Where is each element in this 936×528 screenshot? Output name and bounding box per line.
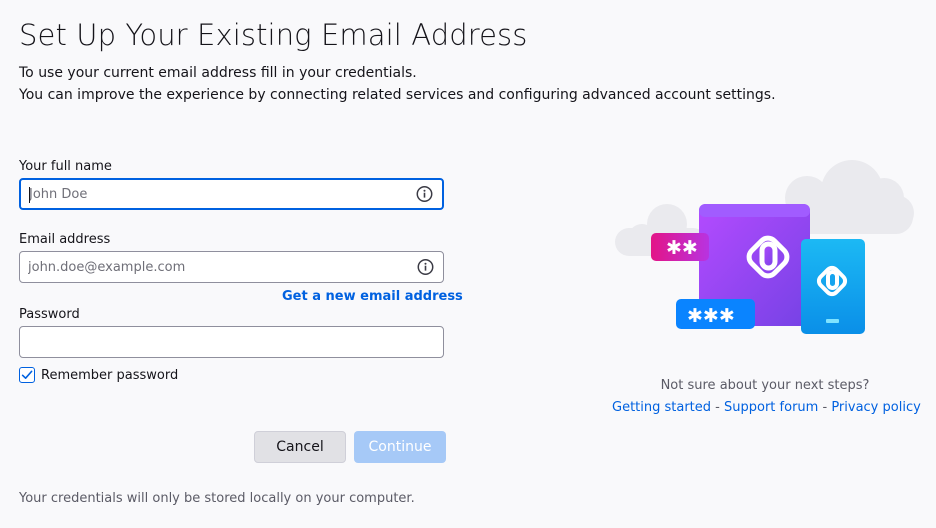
privacy-policy-link[interactable]: Privacy policy — [831, 400, 920, 415]
svg-text:✱✱: ✱✱ — [666, 237, 698, 259]
email-input[interactable] — [28, 252, 408, 282]
full-name-label: Your full name — [19, 159, 112, 174]
info-icon[interactable] — [417, 259, 434, 276]
link-separator: - — [715, 400, 720, 415]
remember-password-label[interactable]: Remember password — [41, 368, 178, 383]
full-name-field[interactable] — [19, 178, 444, 210]
remember-password-checkbox[interactable] — [19, 367, 35, 383]
full-name-input[interactable] — [29, 180, 409, 208]
get-new-email-link[interactable]: Get a new email address — [282, 289, 463, 304]
text-caret — [29, 187, 30, 203]
getting-started-link[interactable]: Getting started — [612, 400, 711, 415]
password-label: Password — [19, 307, 80, 322]
email-label: Email address — [19, 232, 111, 247]
page-title: Set Up Your Existing Email Address — [19, 18, 528, 52]
help-question: Not sure about your next steps? — [660, 378, 870, 393]
checkmark-icon — [21, 370, 33, 379]
page-description-line-1: To use your current email address fill i… — [19, 65, 417, 81]
cancel-button[interactable]: Cancel — [254, 431, 346, 463]
email-field[interactable] — [19, 251, 444, 283]
page-description-line-2: You can improve the experience by connec… — [19, 87, 776, 103]
laptop-header — [699, 204, 810, 217]
info-icon[interactable] — [416, 186, 433, 203]
help-links: Getting started - Support forum - Privac… — [612, 400, 921, 415]
support-forum-link[interactable]: Support forum — [724, 400, 818, 415]
link-separator: - — [822, 400, 828, 415]
account-setup-page: Set Up Your Existing Email Address To us… — [0, 0, 936, 528]
account-setup-illustration: ✱✱ ✱✱✱ — [615, 160, 914, 334]
password-field[interactable] — [19, 326, 444, 358]
svg-text:✱✱✱: ✱✱✱ — [687, 305, 735, 327]
continue-button[interactable]: Continue — [354, 431, 446, 463]
password-input[interactable] — [28, 327, 408, 357]
credentials-note: Your credentials will only be stored loc… — [19, 491, 415, 506]
